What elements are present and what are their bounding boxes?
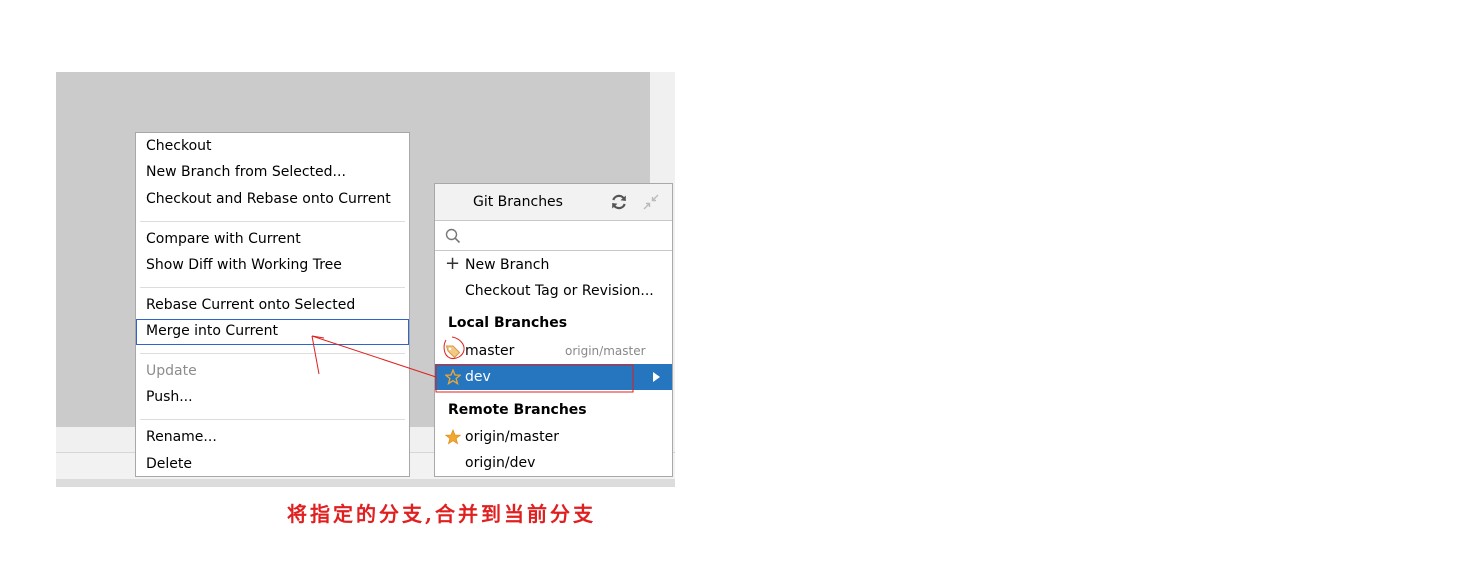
branch-search-box[interactable] [435, 220, 672, 251]
branch-name: master [465, 343, 515, 359]
local-branches-header: Local Branches [435, 310, 672, 336]
menu-item-checkout-and-rebase[interactable]: Checkout and Rebase onto Current [136, 187, 409, 211]
menu-item-rename[interactable]: Rename... [136, 425, 409, 449]
ide-bottom-edge [56, 479, 675, 487]
checkout-tag-item[interactable]: Checkout Tag or Revision... [435, 278, 672, 304]
annotation-caption: 将指定的分支,合并到当前分支 [287, 502, 596, 526]
menu-item-merge-into-current[interactable]: Merge into Current [136, 319, 409, 345]
menu-item-update: Update [146, 363, 197, 379]
menu-item-compare-with-current[interactable]: Compare with Current [136, 227, 409, 251]
popup-title: Git Branches [473, 194, 563, 210]
menu-separator [140, 221, 405, 222]
remote-branches-heading: Remote Branches [448, 402, 587, 418]
branch-item-origin-dev[interactable]: origin/dev [435, 450, 672, 476]
tracking-branch: origin/master [565, 344, 646, 358]
star-filled-icon [445, 429, 461, 445]
collapse-icon[interactable] [642, 193, 660, 211]
menu-separator [140, 419, 405, 420]
remote-branches-header: Remote Branches [435, 397, 672, 423]
plus-icon: + [445, 253, 461, 274]
git-branches-popup: Git Branches + New Branch Checkout Tag o… [434, 183, 673, 477]
local-branches-heading: Local Branches [448, 315, 568, 331]
menu-separator [140, 287, 405, 288]
menu-item-checkout[interactable]: Checkout [136, 134, 409, 158]
tag-icon [445, 345, 461, 359]
new-branch-item[interactable]: + New Branch [435, 252, 672, 278]
menu-item-delete[interactable]: Delete [136, 452, 409, 476]
popup-header: Git Branches [435, 184, 672, 220]
menu-item-rebase-current-onto-selected[interactable]: Rebase Current onto Selected [136, 293, 409, 317]
new-branch-label: New Branch [465, 257, 550, 273]
search-input[interactable] [467, 224, 669, 248]
branch-name: dev [465, 369, 491, 385]
menu-item-new-branch-from-selected[interactable]: New Branch from Selected... [136, 160, 409, 184]
search-icon [445, 228, 461, 244]
menu-item-show-diff[interactable]: Show Diff with Working Tree [136, 253, 409, 277]
branch-name: origin/master [465, 429, 559, 445]
branch-item-dev[interactable]: dev [435, 364, 672, 390]
menu-item-push[interactable]: Push... [136, 385, 409, 409]
submenu-arrow-icon [653, 372, 660, 382]
branch-name: origin/dev [465, 455, 536, 471]
checkout-tag-label: Checkout Tag or Revision... [465, 283, 654, 299]
menu-separator [140, 353, 405, 354]
refresh-icon[interactable] [609, 192, 629, 212]
branch-item-origin-master[interactable]: origin/master [435, 424, 672, 450]
branch-item-master[interactable]: master origin/master [435, 338, 672, 364]
branch-context-menu: Checkout New Branch from Selected... Che… [135, 132, 410, 477]
star-outline-icon [445, 369, 461, 385]
